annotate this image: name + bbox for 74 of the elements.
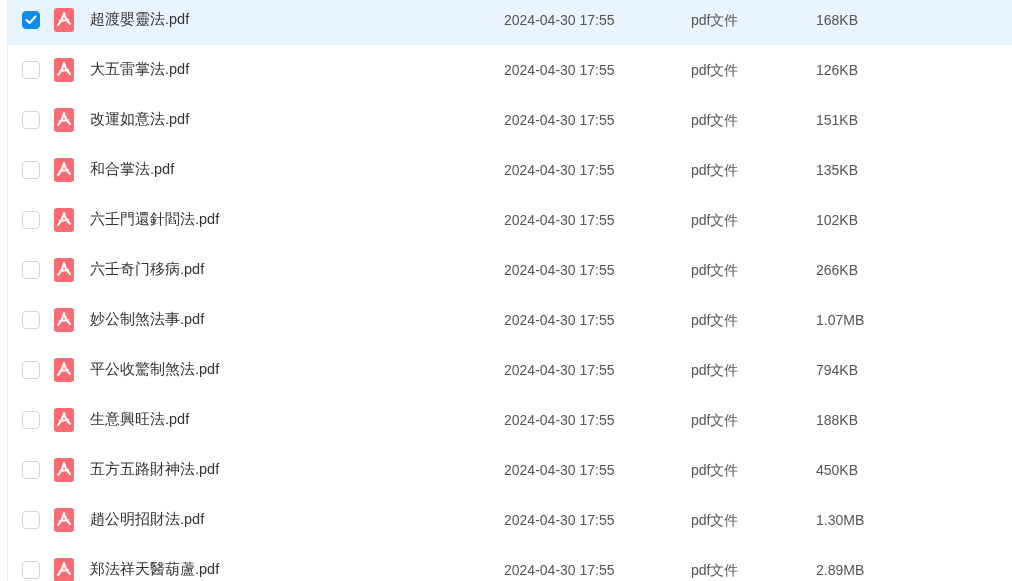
file-type: pdf文件 xyxy=(691,260,740,280)
file-row[interactable]: 生意興旺法.pdf 2024-04-30 17:55 pdf文件 188KB xyxy=(8,395,1012,445)
file-type: pdf文件 xyxy=(691,110,740,130)
modified-date: 2024-04-30 17:55 xyxy=(504,160,616,180)
file-name: 郑法祥天醫葫蘆.pdf xyxy=(90,560,221,580)
file-row[interactable]: 和合掌法.pdf 2024-04-30 17:55 pdf文件 135KB xyxy=(8,145,1012,195)
pdf-file-icon xyxy=(54,408,74,432)
file-row[interactable]: 改運如意法.pdf 2024-04-30 17:55 pdf文件 151KB xyxy=(8,95,1012,145)
file-type: pdf文件 xyxy=(691,410,740,430)
modified-date: 2024-04-30 17:55 xyxy=(504,110,616,130)
file-row[interactable]: 妙公制煞法事.pdf 2024-04-30 17:55 pdf文件 1.07MB xyxy=(8,295,1012,345)
file-type: pdf文件 xyxy=(691,210,740,230)
checkbox[interactable] xyxy=(22,11,40,29)
file-type: pdf文件 xyxy=(691,60,740,80)
file-row[interactable]: 平公收驚制煞法.pdf 2024-04-30 17:55 pdf文件 794KB xyxy=(8,345,1012,395)
file-size: 151KB xyxy=(816,110,859,130)
file-name: 五方五路財神法.pdf xyxy=(90,460,221,480)
file-type: pdf文件 xyxy=(691,560,740,580)
file-name: 大五雷掌法.pdf xyxy=(90,60,191,80)
file-size: 126KB xyxy=(816,60,859,80)
file-size: 102KB xyxy=(816,210,859,230)
file-name: 六壬奇门移病.pdf xyxy=(90,260,206,280)
file-name: 改運如意法.pdf xyxy=(90,110,191,130)
pdf-file-icon xyxy=(54,108,74,132)
file-row[interactable]: 大五雷掌法.pdf 2024-04-30 17:55 pdf文件 126KB xyxy=(8,45,1012,95)
pdf-file-icon xyxy=(54,358,74,382)
check-icon xyxy=(25,15,37,25)
file-row[interactable]: 趙公明招財法.pdf 2024-04-30 17:55 pdf文件 1.30MB xyxy=(8,495,1012,545)
file-row[interactable]: 五方五路財神法.pdf 2024-04-30 17:55 pdf文件 450KB xyxy=(8,445,1012,495)
pdf-file-icon xyxy=(54,458,74,482)
file-type: pdf文件 xyxy=(691,10,740,30)
file-name: 超渡嬰靈法.pdf xyxy=(90,10,191,30)
file-name: 平公收驚制煞法.pdf xyxy=(90,360,221,380)
file-row[interactable]: 六壬門還針閻法.pdf 2024-04-30 17:55 pdf文件 102KB xyxy=(8,195,1012,245)
file-name: 妙公制煞法事.pdf xyxy=(90,310,206,330)
file-size: 188KB xyxy=(816,410,859,430)
file-type: pdf文件 xyxy=(691,310,740,330)
file-size: 450KB xyxy=(816,460,859,480)
modified-date: 2024-04-30 17:55 xyxy=(504,210,616,230)
file-size: 1.30MB xyxy=(816,510,865,530)
file-size: 168KB xyxy=(816,10,859,30)
file-row[interactable]: 六壬奇门移病.pdf 2024-04-30 17:55 pdf文件 266KB xyxy=(8,245,1012,295)
file-size: 794KB xyxy=(816,360,859,380)
modified-date: 2024-04-30 17:55 xyxy=(504,10,616,30)
file-type: pdf文件 xyxy=(691,460,740,480)
modified-date: 2024-04-30 17:55 xyxy=(504,260,616,280)
pdf-file-icon xyxy=(54,58,74,82)
file-size: 266KB xyxy=(816,260,859,280)
modified-date: 2024-04-30 17:55 xyxy=(504,410,616,430)
pdf-file-icon xyxy=(54,8,74,32)
file-name: 生意興旺法.pdf xyxy=(90,410,191,430)
pdf-file-icon xyxy=(54,158,74,182)
pdf-file-icon xyxy=(54,308,74,332)
file-row[interactable]: 郑法祥天醫葫蘆.pdf 2024-04-30 17:55 pdf文件 2.89MB xyxy=(8,545,1012,581)
modified-date: 2024-04-30 17:55 xyxy=(504,560,616,580)
modified-date: 2024-04-30 17:55 xyxy=(504,310,616,330)
file-size: 135KB xyxy=(816,160,859,180)
file-type: pdf文件 xyxy=(691,360,740,380)
file-name: 趙公明招財法.pdf xyxy=(90,510,206,530)
modified-date: 2024-04-30 17:55 xyxy=(504,510,616,530)
pdf-file-icon xyxy=(54,558,74,581)
pdf-file-icon xyxy=(54,508,74,532)
file-name: 六壬門還針閻法.pdf xyxy=(90,210,221,230)
file-size: 2.89MB xyxy=(816,560,865,580)
modified-date: 2024-04-30 17:55 xyxy=(504,360,616,380)
modified-date: 2024-04-30 17:55 xyxy=(504,60,616,80)
pdf-file-icon xyxy=(54,258,74,282)
file-type: pdf文件 xyxy=(691,160,740,180)
file-row[interactable]: 超渡嬰靈法.pdf 2024-04-30 17:55 pdf文件 168KB xyxy=(8,0,1012,45)
file-type: pdf文件 xyxy=(691,510,740,530)
file-size: 1.07MB xyxy=(816,310,865,330)
pdf-file-icon xyxy=(54,208,74,232)
modified-date: 2024-04-30 17:55 xyxy=(504,460,616,480)
file-name: 和合掌法.pdf xyxy=(90,160,176,180)
